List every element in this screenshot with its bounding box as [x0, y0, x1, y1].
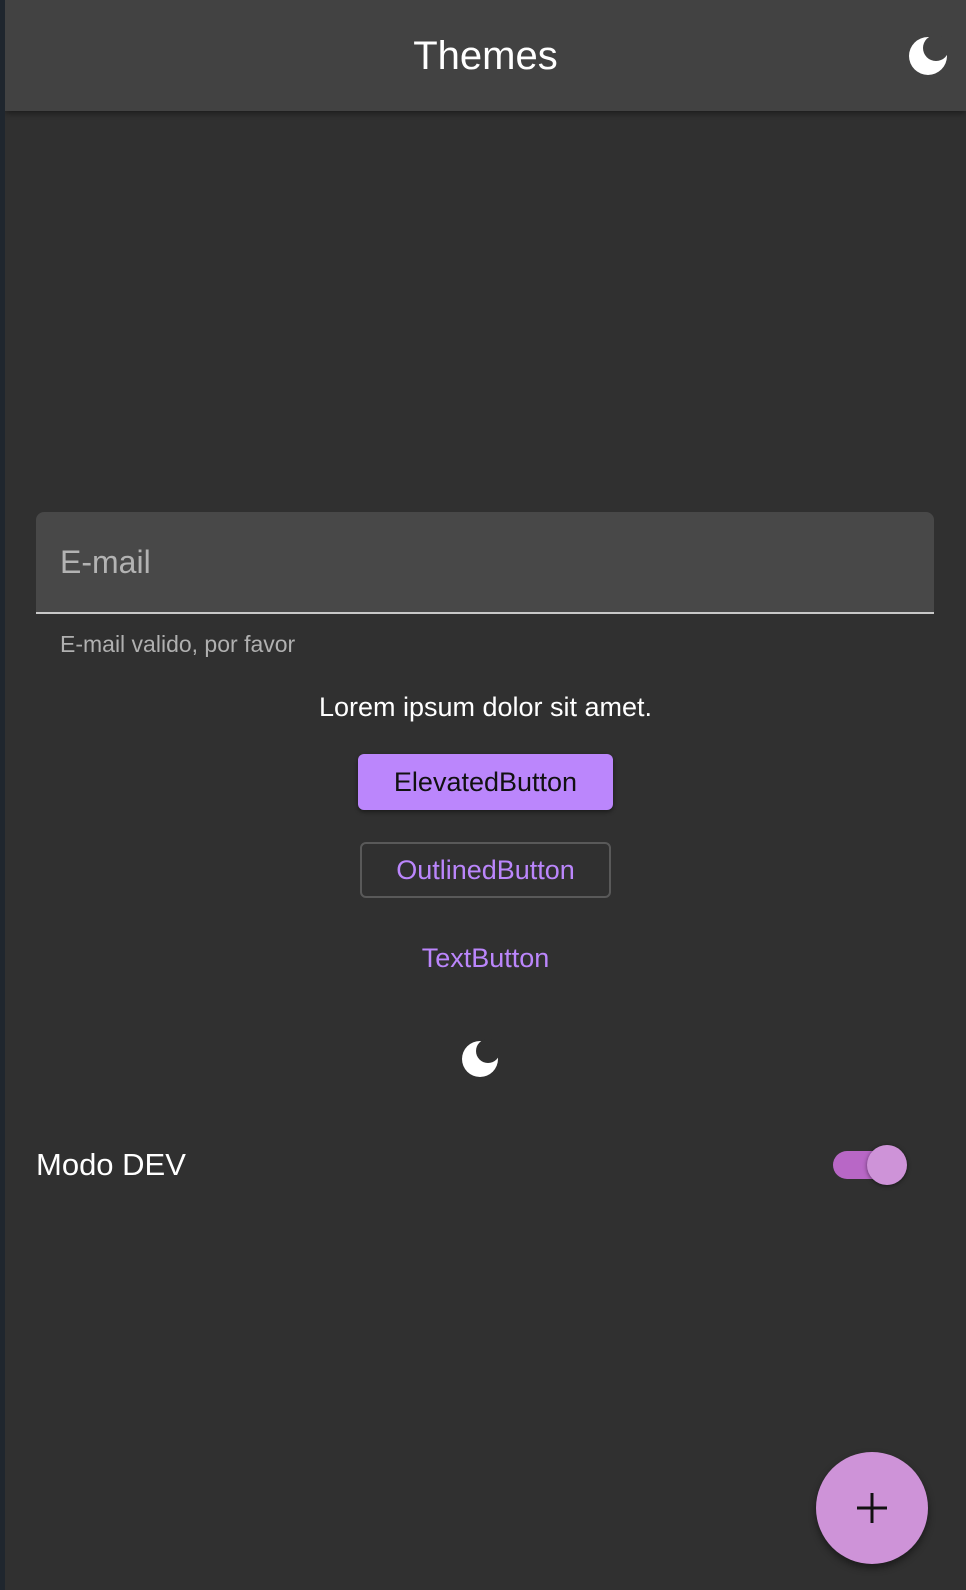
center-theme-icon-button[interactable] — [458, 1037, 502, 1081]
email-helper-text: E-mail valido, por favor — [60, 631, 296, 657]
add-fab-button[interactable] — [816, 1452, 928, 1564]
app-bar: Themes — [5, 0, 966, 111]
app-screen: Themes E-mail valido, por favor Lorem ip… — [5, 0, 966, 1590]
outlined-button[interactable]: OutlinedButton — [360, 842, 611, 898]
body-text: Lorem ipsum dolor sit amet. — [318, 692, 653, 722]
elevated-button[interactable]: ElevatedButton — [358, 754, 613, 810]
dev-mode-switch[interactable] — [831, 1144, 911, 1186]
dev-mode-label: Modo DEV — [36, 1147, 186, 1182]
dark-mode-icon — [909, 35, 949, 75]
dev-mode-row: Modo DEV — [5, 1130, 966, 1198]
switch-thumb — [867, 1145, 907, 1185]
email-input[interactable] — [36, 512, 934, 612]
dark-mode-icon — [462, 1039, 500, 1077]
add-icon — [857, 1493, 887, 1523]
page-title: Themes — [413, 34, 558, 78]
email-field[interactable] — [36, 512, 934, 614]
text-button[interactable]: TextButton — [390, 930, 581, 986]
theme-toggle-button[interactable] — [904, 32, 952, 80]
